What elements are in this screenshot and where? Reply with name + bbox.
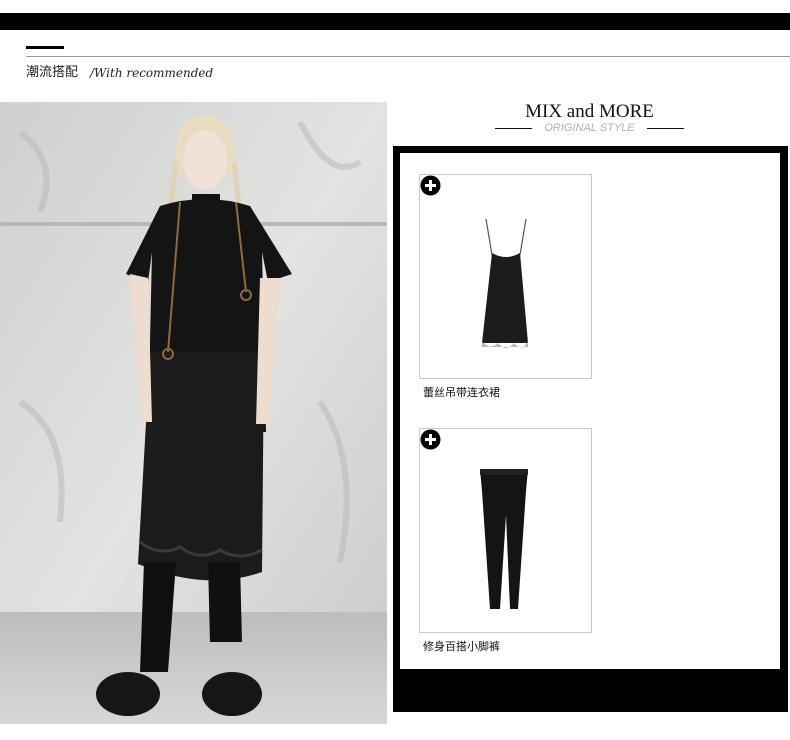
model-photo: [0, 102, 387, 724]
title-accent-line: [26, 46, 64, 49]
top-black-bar: [0, 13, 790, 30]
mix-rule-left: [495, 128, 532, 129]
mix-subtitle-row: ORIGINAL STYLE: [495, 122, 684, 136]
mix-title: MIX and MORE: [525, 101, 654, 122]
mix-rule-right: [647, 128, 684, 129]
product-card-skinny-pants[interactable]: [419, 428, 592, 633]
section-subtitle: /With recommended: [90, 66, 214, 80]
section-title: 潮流搭配: [26, 65, 79, 80]
product-card-slip-dress[interactable]: [419, 174, 592, 379]
slip-dress-image: [482, 218, 528, 348]
mix-subtitle: ORIGINAL STYLE: [544, 122, 635, 134]
header-divider: [26, 56, 790, 57]
skinny-pants-image: [480, 469, 528, 609]
product-name[interactable]: 蕾丝吊带连衣裙: [423, 386, 500, 400]
product-name[interactable]: 修身百搭小脚裤: [423, 640, 500, 654]
